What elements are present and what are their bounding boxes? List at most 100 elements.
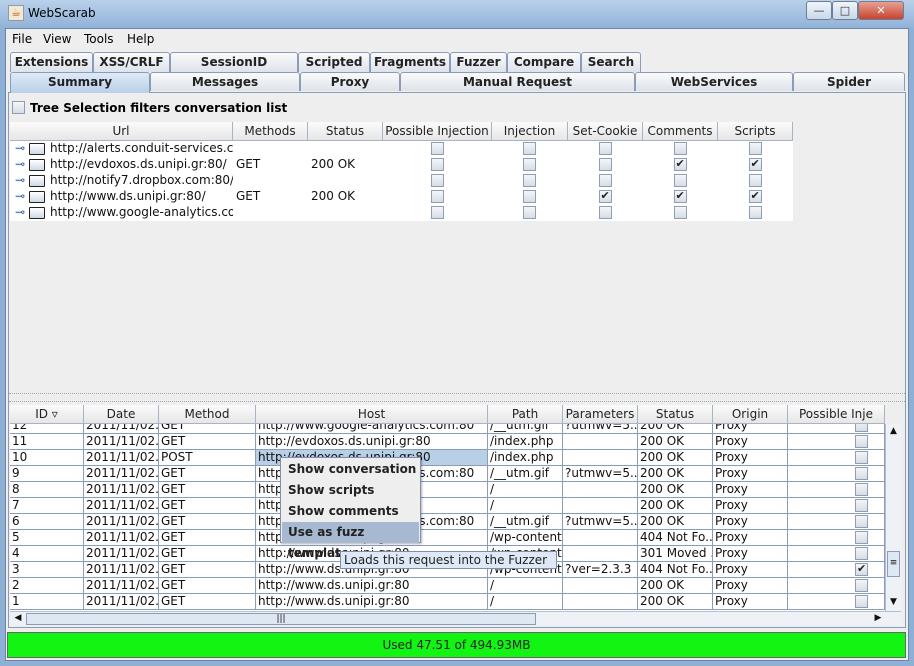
flag-checkbox[interactable] [673, 206, 689, 222]
tab-xss-crlf[interactable]: XSS/CRLF [93, 52, 170, 72]
column-header-status[interactable]: Status [638, 405, 713, 424]
tab-spider[interactable]: Spider [793, 72, 905, 91]
tab-manual-request[interactable]: Manual Request [400, 72, 635, 91]
menu-item-use-as-fuzz-template[interactable]: Use as fuzz template [282, 522, 419, 560]
table-row[interactable]: 1 2011/11/02... GET http://www.ds.unipi.gr:… [10, 594, 885, 610]
split-pane-divider[interactable] [9, 393, 905, 402]
possible-injection-checkbox[interactable] [788, 434, 885, 450]
scroll-down-icon[interactable]: ▼ [886, 597, 901, 607]
column-header-parameters[interactable]: Parameters [563, 405, 638, 424]
menu-help[interactable]: Help [127, 32, 154, 46]
column-header-scripts[interactable]: Scripts [718, 122, 793, 141]
flag-checkbox[interactable] [748, 188, 764, 206]
scroll-up-icon[interactable]: ▲ [886, 426, 901, 436]
tree-expand-icon[interactable]: ⊸ [13, 141, 27, 157]
tree-expand-icon[interactable]: ⊸ [13, 173, 27, 189]
possible-injection-checkbox[interactable] [788, 530, 885, 546]
table-row[interactable]: 52011/11/02...GEThttp://www.ds.unipi.gr:… [10, 530, 885, 546]
maximize-button[interactable]: □ [832, 1, 858, 20]
flag-checkbox[interactable] [430, 206, 446, 222]
possible-injection-checkbox[interactable] [788, 450, 885, 466]
menu-tools[interactable]: Tools [84, 32, 114, 46]
column-header-possible-injection[interactable]: Possible Injection [383, 122, 492, 141]
tab-summary[interactable]: Summary [10, 72, 150, 93]
tree-expand-icon[interactable]: ⊸ [13, 157, 27, 173]
column-header-date[interactable]: Date [84, 405, 159, 424]
flag-checkbox[interactable] [430, 142, 446, 158]
tab-search[interactable]: Search [581, 52, 641, 72]
table-row[interactable]: 92011/11/02...GEThttp://www.google-analy… [10, 466, 885, 482]
table-row[interactable]: 62011/11/02...GEThttp://www.google-analy… [10, 514, 885, 530]
column-header-path[interactable]: Path [488, 405, 563, 424]
tab-proxy[interactable]: Proxy [300, 72, 400, 91]
tree-expand-icon[interactable]: ⊸ [13, 205, 27, 221]
column-header-injection[interactable]: Injection [492, 122, 568, 141]
possible-injection-checkbox[interactable] [788, 514, 885, 530]
hscroll-thumb[interactable]: ||| [26, 613, 536, 625]
possible-injection-checkbox[interactable] [788, 466, 885, 482]
column-header-methods[interactable]: Methods [233, 122, 308, 141]
column-header-comments[interactable]: Comments [643, 122, 718, 141]
tab-fuzzer[interactable]: Fuzzer [450, 52, 507, 72]
flag-checkbox[interactable] [523, 142, 538, 158]
flag-checkbox[interactable] [523, 190, 538, 206]
tab-extensions[interactable]: Extensions [10, 52, 93, 72]
flag-checkbox[interactable] [598, 142, 614, 158]
column-header-id[interactable]: ID ▿ [10, 405, 84, 424]
url-cell[interactable]: http://evdoxos.ds.unipi.gr:80/ [48, 157, 233, 173]
tab-compare[interactable]: Compare [507, 52, 581, 72]
url-cell[interactable]: http://notify7.dropbox.com:80/ [48, 173, 233, 189]
flag-checkbox[interactable] [523, 206, 538, 222]
url-cell[interactable]: http://alerts.conduit-services.com:8 [48, 141, 233, 157]
column-header-url[interactable]: Url [10, 122, 233, 141]
table-row[interactable]: 11 2011/11/02... GET http://evdoxos.ds.unip… [10, 434, 885, 450]
flag-checkbox[interactable] [673, 188, 689, 206]
menu-view[interactable]: View [43, 32, 71, 46]
possible-injection-checkbox[interactable] [788, 561, 885, 578]
column-header-method[interactable]: Method [159, 405, 256, 424]
minimize-button[interactable]: — [806, 1, 832, 20]
table-row[interactable]: 2 2011/11/02... GET http://www.ds.unipi.gr:… [10, 578, 885, 594]
tree-filter-checkbox[interactable] [12, 101, 25, 117]
possible-injection-checkbox[interactable] [788, 594, 885, 610]
url-cell[interactable]: http://www.google-analytics.com:8 [48, 205, 233, 221]
flag-checkbox[interactable] [598, 206, 614, 222]
flag-checkbox[interactable] [748, 156, 764, 174]
flag-checkbox[interactable] [598, 188, 614, 206]
flag-checkbox[interactable] [430, 190, 446, 206]
column-header-possible-inje[interactable]: Possible Inje [788, 405, 885, 424]
column-header-set-cookie[interactable]: Set-Cookie [568, 122, 643, 141]
horizontal-scrollbar[interactable]: ◀ ||| ▶ [10, 611, 901, 626]
scroll-left-icon[interactable]: ◀ [12, 613, 24, 623]
tree-expand-icon[interactable]: ⊸ [13, 189, 27, 205]
flag-checkbox[interactable] [673, 156, 689, 174]
tab-webservices[interactable]: WebServices [635, 72, 793, 91]
table-row[interactable]: 82011/11/02...GEThttp://www.ds.unipi.gr:… [10, 482, 885, 498]
menu-item-show-conversation[interactable]: Show conversation [282, 459, 419, 480]
scroll-thumb[interactable]: ≡ [887, 551, 900, 577]
flag-checkbox[interactable] [430, 158, 446, 174]
possible-injection-checkbox[interactable] [788, 578, 885, 594]
possible-injection-checkbox[interactable] [788, 498, 885, 514]
tab-sessionid-analysis[interactable]: SessionID Analysis [170, 52, 298, 87]
flag-checkbox[interactable] [523, 158, 538, 174]
column-header-origin[interactable]: Origin [713, 405, 788, 424]
column-header-status[interactable]: Status [308, 122, 383, 141]
table-row[interactable]: 102011/11/02...POSThttp://evdoxos.ds.uni… [10, 450, 885, 466]
menu-item-show-scripts[interactable]: Show scripts [282, 480, 419, 501]
tab-scripted[interactable]: Scripted [298, 52, 370, 72]
scroll-right-icon[interactable]: ▶ [872, 613, 884, 623]
tab-fragments[interactable]: Fragments [370, 52, 450, 72]
table-row[interactable]: 72011/11/02...GEThttp://www.ds.unipi.gr:… [10, 498, 885, 514]
possible-injection-checkbox[interactable] [788, 482, 885, 498]
flag-checkbox[interactable] [523, 174, 538, 190]
column-header-host[interactable]: Host [256, 405, 488, 424]
menu-file[interactable]: File [12, 32, 32, 46]
url-cell[interactable]: http://www.ds.unipi.gr:80/ [48, 189, 233, 205]
possible-injection-checkbox[interactable] [788, 546, 885, 562]
flag-checkbox[interactable] [430, 174, 446, 190]
menu-item-show-comments[interactable]: Show comments [282, 501, 419, 522]
flag-checkbox[interactable] [598, 158, 614, 174]
vertical-scrollbar[interactable]: ▲ ≡ ▼ [885, 424, 901, 611]
flag-checkbox[interactable] [748, 206, 764, 222]
